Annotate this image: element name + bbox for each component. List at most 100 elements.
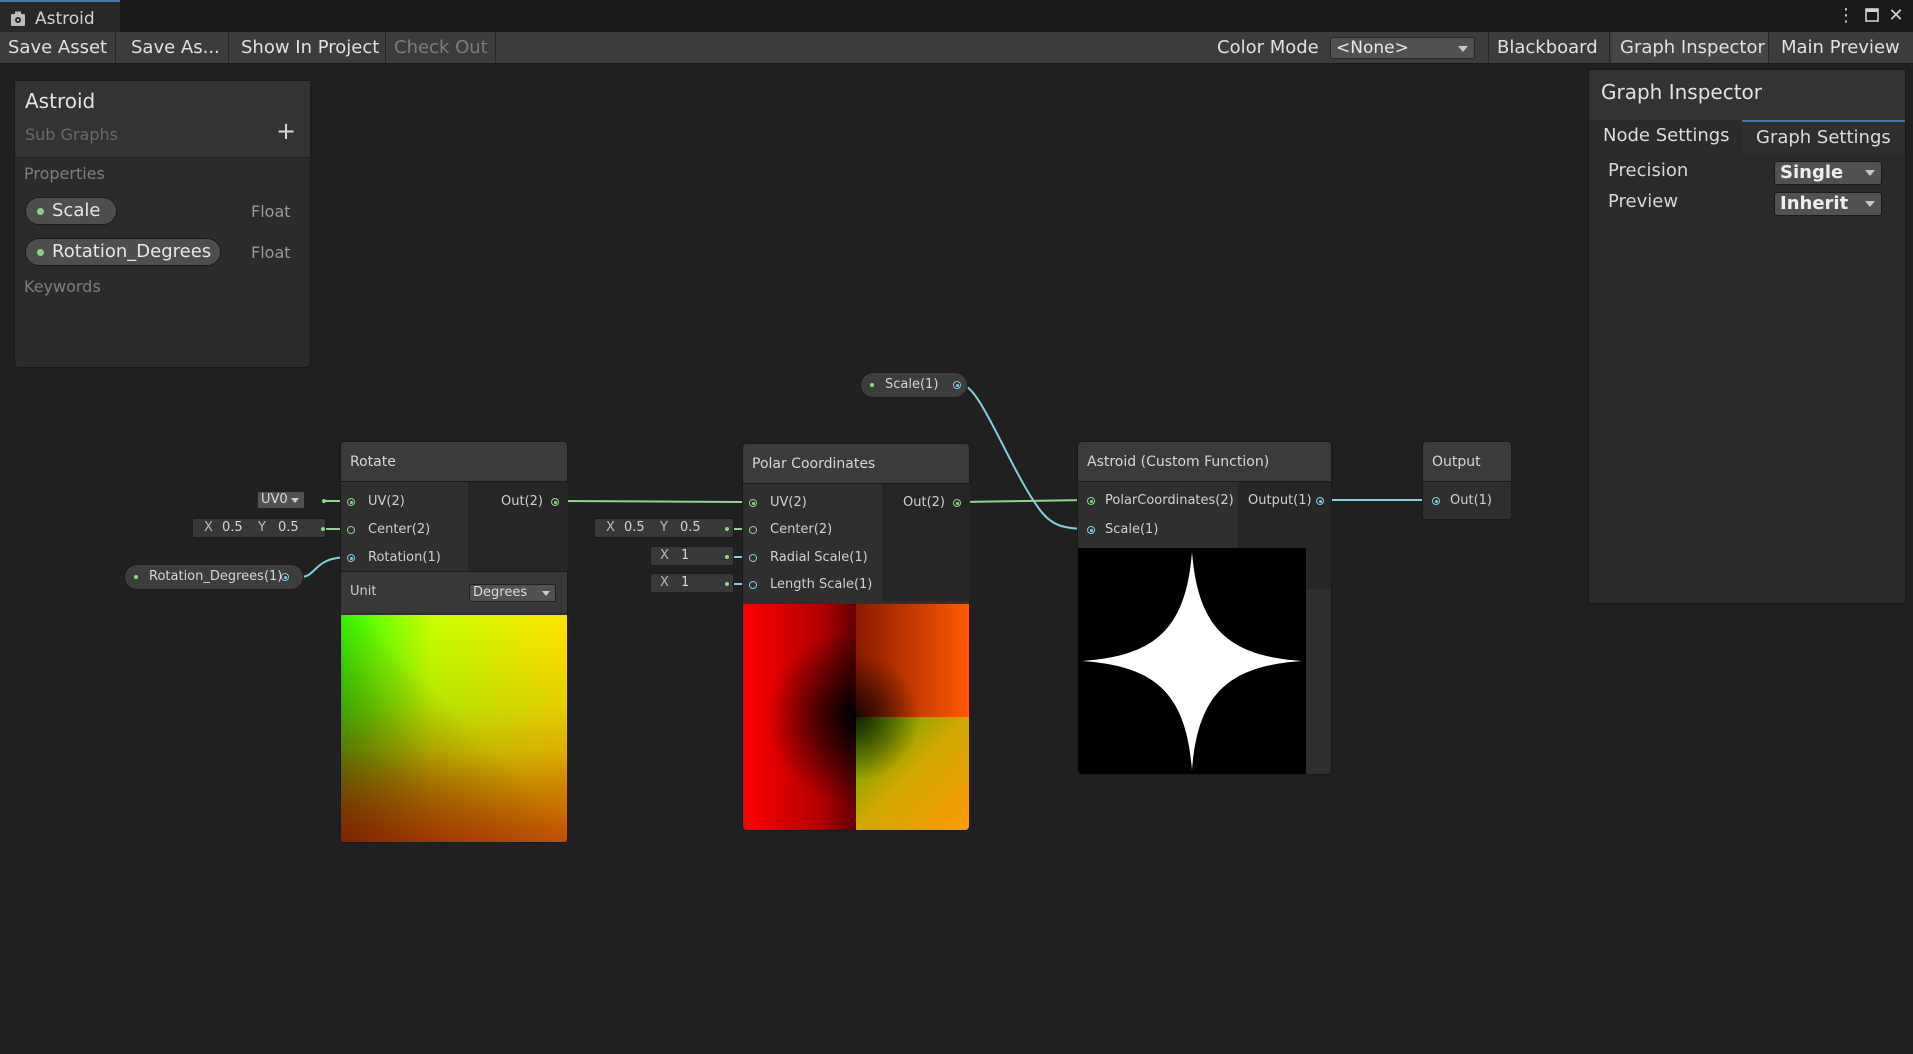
tab-node-settings[interactable]: Node Settings (1589, 120, 1744, 152)
astroid-custom-function-node[interactable]: Astroid (Custom Function) PolarCoordinat… (1077, 441, 1332, 775)
tab-graph-settings[interactable]: Graph Settings (1742, 120, 1905, 154)
rotation-property-node[interactable]: Rotation_Degrees(1) (124, 564, 304, 590)
rotate-center-label: Center(2) (368, 522, 431, 537)
astroid-preview-image (1078, 548, 1306, 774)
blackboard-subtitle: Sub Graphs (25, 125, 118, 144)
center-y-value[interactable]: 0.5 (680, 519, 701, 537)
rotation-output-port[interactable] (281, 573, 289, 581)
polar-coordinates-node[interactable]: Polar Coordinates UV(2) Center(2) Radial… (742, 443, 970, 831)
inspector-header: Graph Inspector (1589, 70, 1905, 120)
length-x-value[interactable]: 1 (681, 574, 689, 592)
wire-polar-to-astroid (960, 499, 1089, 503)
inline-input-dot (321, 527, 325, 531)
astroid-scale-label: Scale(1) (1105, 522, 1159, 537)
preview-value: Inherit (1780, 193, 1849, 214)
add-property-button[interactable]: + (276, 117, 296, 145)
polar-node-title[interactable]: Polar Coordinates (743, 444, 969, 484)
preview-dropdown[interactable]: Inherit (1774, 192, 1882, 216)
rotate-unit-label: Unit (350, 584, 377, 599)
rotate-uv-channel-value: UV0 (261, 492, 288, 507)
rotate-rotation-port[interactable] (347, 554, 355, 562)
polar-length-scale-field[interactable]: X 1 (650, 573, 734, 593)
rotate-uv-label: UV(2) (368, 494, 405, 509)
property-rotation-type: Float (251, 243, 291, 262)
scale-property-label: Scale(1) (885, 377, 939, 392)
property-dot-icon (37, 208, 44, 215)
precision-value: Single (1780, 162, 1844, 183)
polar-radial-label: Radial Scale(1) (770, 550, 868, 565)
astroid-shape (1082, 552, 1302, 770)
property-scale-name: Scale (52, 200, 101, 221)
wire-scale-to-astroid (961, 384, 1091, 530)
output-in-port[interactable] (1432, 497, 1440, 505)
center-y-value[interactable]: 0.5 (278, 519, 299, 537)
precision-label: Precision (1608, 160, 1689, 181)
rotation-property-label: Rotation_Degrees(1) (149, 569, 283, 584)
polar-length-label: Length Scale(1) (770, 577, 873, 592)
property-dot-icon (134, 575, 138, 579)
chevron-down-icon (542, 591, 550, 596)
polar-out-label: Out(2) (903, 495, 945, 510)
inline-input-dot (725, 527, 729, 531)
center-y-label: Y (660, 520, 668, 535)
polar-uv-label: UV(2) (770, 495, 807, 510)
length-x-label: X (660, 575, 669, 590)
scale-output-port[interactable] (953, 381, 961, 389)
polar-preview-image (743, 604, 969, 830)
property-dot-icon (870, 383, 874, 387)
rotate-node-title[interactable]: Rotate (341, 442, 567, 482)
precision-dropdown[interactable]: Single (1774, 161, 1882, 185)
inline-input-dot (322, 499, 326, 503)
radial-x-value[interactable]: 1 (681, 547, 689, 565)
property-rotation-degrees[interactable]: Rotation_Degrees (25, 238, 221, 266)
polar-center-field[interactable]: X 0.5 Y 0.5 (594, 518, 734, 538)
polar-radial-scale-field[interactable]: X 1 (650, 546, 734, 566)
rotate-uv-channel-dropdown[interactable]: UV0 (257, 491, 305, 509)
keywords-section-label: Keywords (24, 277, 101, 296)
astroid-out-port[interactable] (1316, 497, 1324, 505)
properties-section-label: Properties (24, 164, 105, 183)
property-scale[interactable]: Scale (25, 197, 117, 225)
center-x-value[interactable]: 0.5 (624, 519, 645, 537)
rotate-unit-value: Degrees (473, 585, 528, 600)
blackboard-header: Astroid Sub Graphs + (15, 81, 310, 158)
astroid-out-label: Output(1) (1248, 493, 1312, 508)
rotate-unit-dropdown[interactable]: Degrees (469, 584, 556, 602)
polar-radial-port[interactable] (749, 554, 757, 562)
rotate-uv-port[interactable] (347, 498, 355, 506)
rotate-preview-image (341, 615, 567, 842)
graph-inspector-panel[interactable]: Graph Inspector Node Settings Graph Sett… (1588, 69, 1906, 604)
astroid-node-title[interactable]: Astroid (Custom Function) (1078, 442, 1331, 482)
polar-length-port[interactable] (749, 581, 757, 589)
inline-input-dot (725, 555, 729, 559)
blackboard-title: Astroid (25, 89, 96, 113)
rotate-out-port[interactable] (551, 498, 559, 506)
output-node-title[interactable]: Output (1423, 442, 1511, 482)
polar-center-port[interactable] (749, 526, 757, 534)
polar-uv-port[interactable] (749, 499, 757, 507)
rotate-center-port[interactable] (347, 526, 355, 534)
scale-property-node[interactable]: Scale(1) (860, 372, 968, 398)
property-scale-type: Float (251, 202, 291, 221)
astroid-polar-label: PolarCoordinates(2) (1105, 493, 1234, 508)
property-dot-icon (37, 249, 44, 256)
center-y-label: Y (258, 520, 266, 535)
property-rotation-name: Rotation_Degrees (52, 241, 212, 262)
preview-label: Preview (1608, 191, 1679, 212)
output-in-label: Out(1) (1450, 493, 1492, 508)
blackboard-panel[interactable]: Astroid Sub Graphs + Properties Scale Fl… (14, 80, 311, 368)
inline-input-dot (725, 582, 729, 586)
center-x-label: X (204, 520, 213, 535)
rotate-rotation-label: Rotation(1) (368, 550, 441, 565)
inspector-title: Graph Inspector (1601, 80, 1762, 104)
center-x-label: X (606, 520, 615, 535)
center-x-value[interactable]: 0.5 (222, 519, 243, 537)
output-node[interactable]: Output Out(1) (1422, 441, 1512, 520)
polar-out-port[interactable] (953, 499, 961, 507)
rotate-node[interactable]: Rotate UV(2) Center(2) Rotation(1) Out(2… (340, 441, 568, 843)
rotate-center-field[interactable]: X 0.5 Y 0.5 (192, 518, 326, 538)
polar-center-label: Center(2) (770, 522, 833, 537)
astroid-scale-port[interactable] (1087, 526, 1095, 534)
rotate-out-label: Out(2) (501, 494, 543, 509)
astroid-polar-port[interactable] (1087, 497, 1095, 505)
